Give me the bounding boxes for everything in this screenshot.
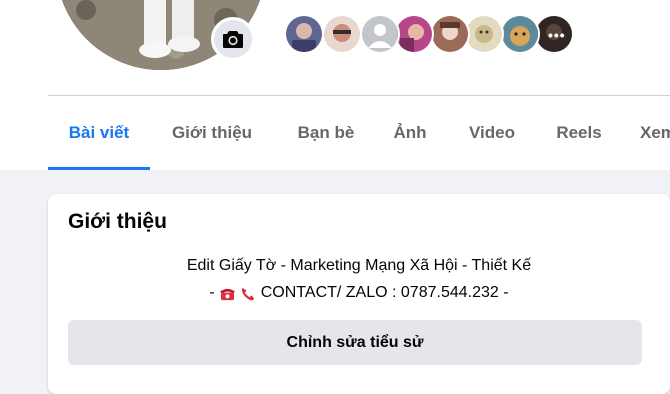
bio-contact-line: - CONTACT/ ZALO : 0787.544.232 - xyxy=(48,284,670,302)
phone-receiver-icon xyxy=(241,287,254,300)
friend-avatar[interactable] xyxy=(500,14,540,54)
friend-avatar[interactable] xyxy=(394,14,434,54)
profile-tabs: Bài viết Giới thiệu Bạn bè Ảnh Video Ree… xyxy=(48,96,670,170)
friend-avatar[interactable] xyxy=(430,14,470,54)
camera-icon xyxy=(223,31,243,48)
tab-watch[interactable]: Xem xyxy=(632,96,670,170)
tab-posts[interactable]: Bài viết xyxy=(48,96,150,170)
tab-about-label: Giới thiệu xyxy=(171,123,253,142)
friend-avatar[interactable] xyxy=(360,14,400,54)
bio-contact: CONTACT/ ZALO : 0787.544.232 - xyxy=(260,284,509,301)
tab-reels[interactable]: Reels xyxy=(544,96,614,170)
intro-title: Giới thiệu xyxy=(68,210,167,233)
telephone-icon xyxy=(219,288,235,300)
tab-watch-label: Xem xyxy=(640,123,670,142)
bio-prefix: - xyxy=(209,284,215,301)
active-tab-indicator xyxy=(48,167,150,170)
friend-avatar[interactable] xyxy=(284,14,324,54)
intro-card: Giới thiệu Edit Giấy Tờ - Marketing Mạng… xyxy=(48,194,670,394)
friend-avatar-more[interactable]: ••• xyxy=(534,14,574,54)
tab-photos-label: Ảnh xyxy=(393,123,427,142)
tab-video[interactable]: Video xyxy=(456,96,528,170)
update-photo-button[interactable] xyxy=(211,17,255,61)
bio-line: Edit Giấy Tờ - Marketing Mạng Xã Hội - T… xyxy=(186,257,532,274)
friend-avatar[interactable] xyxy=(464,14,504,54)
tab-friends-label: Bạn bè xyxy=(297,123,355,142)
tab-friends[interactable]: Bạn bè xyxy=(278,96,374,170)
friend-avatar[interactable] xyxy=(322,14,362,54)
tab-video-label: Video xyxy=(469,123,515,142)
edit-bio-button[interactable]: Chỉnh sửa tiểu sử xyxy=(68,320,642,365)
tab-photos[interactable]: Ảnh xyxy=(382,96,438,170)
more-dots-icon: ••• xyxy=(548,27,566,43)
profile-header: ••• Bài viết Giới thiệu Bạn bè Ảnh Video… xyxy=(0,0,670,170)
tab-reels-label: Reels xyxy=(556,123,602,142)
tab-posts-label: Bài viết xyxy=(68,123,130,142)
tab-about[interactable]: Giới thiệu xyxy=(154,96,270,170)
